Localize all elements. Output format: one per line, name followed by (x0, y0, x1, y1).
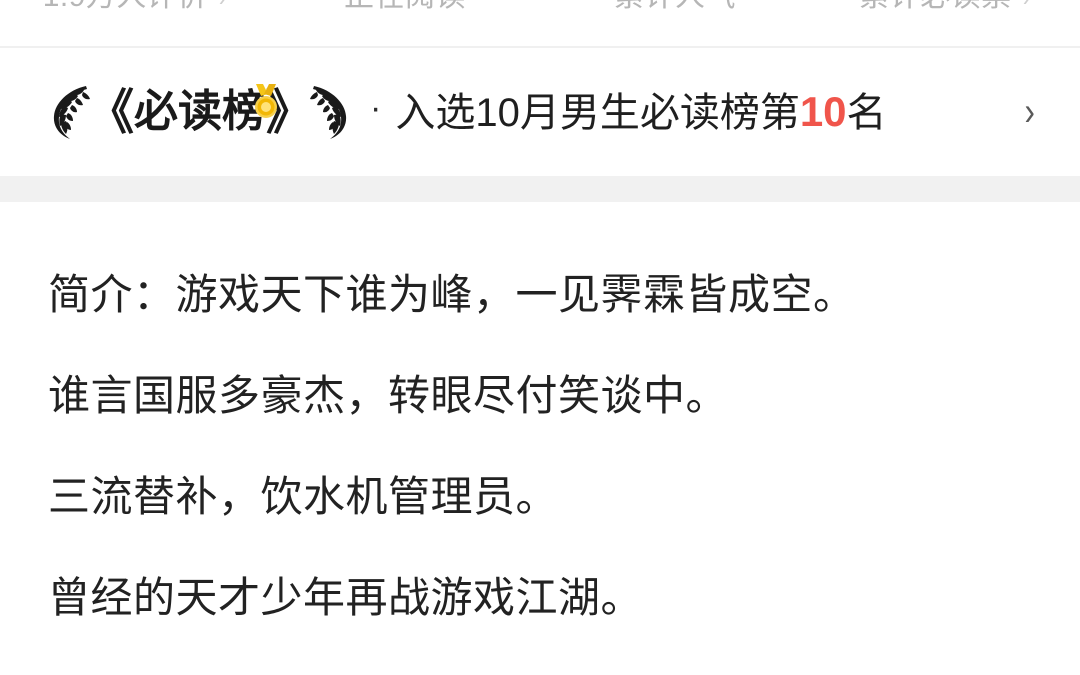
badge-left-bracket: 《 (88, 84, 134, 140)
badge-right-bracket: 》 (266, 84, 312, 140)
rank-suffix: 名 (846, 90, 887, 135)
badge-label: 必读榜 (134, 87, 266, 136)
chevron-right-icon[interactable]: › (1024, 92, 1034, 132)
description-line: 简介：游戏天下谁为峰，一见霁霖皆成空。 (48, 271, 856, 318)
description-line: 曾经的天才少年再战游戏江湖。 (48, 574, 644, 621)
stat-label: 累计人气 (614, 0, 736, 14)
laurel-wreath-icon (310, 86, 347, 139)
badge-core: 《 必读榜 》 (88, 84, 312, 140)
stats-tab-strip: 1.9万人评价 › 正在阅读 累计人气 累计必读票 › (0, 0, 1080, 46)
stat-item-popularity[interactable]: 累计人气 (540, 0, 810, 20)
book-description: 简介：游戏天下谁为峰，一见霁霖皆成空。 谁言国服多豪杰，转眼尽付笑谈中。 三流替… (0, 202, 1080, 648)
banner-separator-dot: · (370, 89, 382, 127)
stat-label: 正在阅读 (344, 0, 466, 14)
chevron-right-icon: › (219, 0, 226, 14)
description-line: 三流替补，饮水机管理员。 (48, 473, 559, 520)
rank-number: 10 (799, 87, 847, 135)
stat-item-reading[interactable]: 正在阅读 (270, 0, 540, 20)
must-read-badge: 《 必读榜 》 (48, 83, 352, 141)
laurel-wreath-icon (53, 86, 90, 139)
stat-item-rating[interactable]: 1.9万人评价 › (0, 0, 270, 20)
description-line: 谁言国服多豪杰，转眼尽付笑谈中。 (48, 372, 729, 419)
chevron-right-icon: › (1023, 0, 1030, 14)
rank-prefix: 入选10月男生必读榜第 (395, 90, 800, 135)
stat-label: 累计必读票 (859, 0, 1012, 14)
rank-description: 入选10月男生必读榜第10名 (395, 87, 886, 137)
stat-label: 1.9万人评价 (43, 0, 208, 14)
stat-item-must-read-votes[interactable]: 累计必读票 › (810, 0, 1080, 20)
section-divider-band (0, 176, 1080, 202)
must-read-rank-banner[interactable]: 《 必读榜 》 · 入选10月男生必读榜第10名 › (0, 48, 1080, 176)
